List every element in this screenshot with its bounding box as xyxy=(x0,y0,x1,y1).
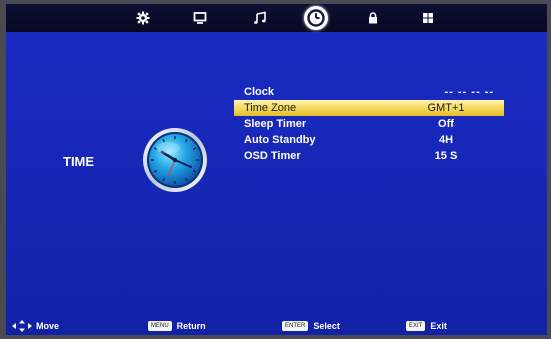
tab-sound[interactable] xyxy=(251,9,269,27)
auto-standby-value: 4H xyxy=(438,134,454,146)
hint-exit: EXIT Exit xyxy=(406,319,447,332)
menu-item-auto-standby[interactable]: Auto Standby 4H xyxy=(234,132,504,148)
enter-key-badge: ENTER xyxy=(282,320,309,331)
lock-icon xyxy=(369,12,377,24)
menu-key-badge: MENU xyxy=(148,320,172,331)
gear-icon xyxy=(136,11,150,25)
menu-tab-bar xyxy=(6,4,547,32)
hint-move: Move xyxy=(12,319,59,332)
section-title: TIME xyxy=(63,154,95,169)
hint-label: Exit xyxy=(430,320,447,331)
osd-timer-value: 15 S xyxy=(434,150,458,162)
menu-item-osd-timer[interactable]: OSD Timer 15 S xyxy=(234,148,504,164)
clock-illustration xyxy=(141,126,209,194)
hint-select: ENTER Select xyxy=(282,319,340,332)
monitor-icon xyxy=(193,12,207,24)
hint-label: Move xyxy=(36,320,60,331)
menu-item-sleep-timer[interactable]: Sleep Timer Off xyxy=(234,116,504,132)
hint-label: Return xyxy=(176,320,206,331)
menu-item-label: OSD Timer xyxy=(244,150,301,162)
grid-icon xyxy=(423,13,433,23)
menu-item-label: Time Zone xyxy=(244,102,297,114)
tab-lock[interactable] xyxy=(364,9,382,27)
analog-clock-icon xyxy=(143,128,207,192)
key-hint-bar: Move MENU Return ENTER Select EXIT Exit xyxy=(6,316,547,335)
clock-value: -- -- -- -- xyxy=(444,86,494,98)
tv-screen: TIME Clock -- -- -- -- Time Zone GMT+1 S… xyxy=(6,4,547,335)
menu-item-clock[interactable]: Clock -- -- -- -- xyxy=(234,84,504,100)
time-zone-value: GMT+1 xyxy=(427,102,465,114)
hint-return: MENU Return xyxy=(148,319,206,332)
tab-setup[interactable] xyxy=(419,9,437,27)
tab-display[interactable] xyxy=(191,9,209,27)
menu-item-label: Clock xyxy=(244,86,274,98)
tab-picture-settings[interactable] xyxy=(134,9,152,27)
music-note-icon xyxy=(254,11,266,24)
menu-item-label: Auto Standby xyxy=(244,134,316,146)
menu-item-time-zone[interactable]: Time Zone GMT+1 xyxy=(234,100,504,116)
arrow-keys-icon xyxy=(12,319,32,332)
sleep-timer-value: Off xyxy=(438,118,454,130)
tab-time[interactable] xyxy=(304,6,328,30)
time-settings-menu: Clock -- -- -- -- Time Zone GMT+1 Sleep … xyxy=(234,84,504,164)
exit-key-badge: EXIT xyxy=(406,320,426,331)
menu-item-label: Sleep Timer xyxy=(244,118,307,130)
hint-label: Select xyxy=(313,320,340,331)
clock-icon xyxy=(307,9,325,27)
